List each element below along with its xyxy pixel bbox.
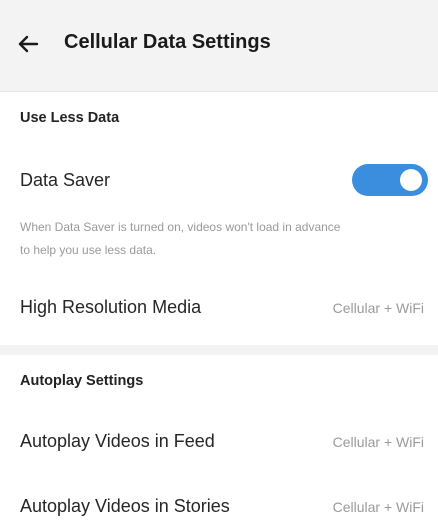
high-resolution-media-value[interactable]: Cellular + WiFi [333, 300, 424, 316]
description-line-2: to help you use less data. [20, 243, 157, 257]
page-title: Cellular Data Settings [64, 31, 271, 53]
autoplay-stories-value[interactable]: Cellular + WiFi [333, 499, 424, 515]
arrow-left-icon [14, 30, 42, 58]
header-bar: Cellular Data Settings [0, 0, 438, 92]
data-saver-description: When Data Saver is turned on, videos won… [20, 216, 420, 262]
back-button[interactable] [14, 30, 42, 58]
autoplay-stories-label[interactable]: Autoplay Videos in Stories [20, 496, 230, 517]
section-divider [0, 345, 438, 355]
data-saver-toggle[interactable] [352, 164, 428, 196]
autoplay-feed-label[interactable]: Autoplay Videos in Feed [20, 431, 215, 452]
high-resolution-media-label[interactable]: High Resolution Media [20, 297, 201, 318]
description-line-1: When Data Saver is turned on, videos won… [20, 220, 341, 234]
autoplay-feed-value[interactable]: Cellular + WiFi [333, 434, 424, 450]
section-title-autoplay-settings: Autoplay Settings [20, 373, 144, 389]
section-title-use-less-data: Use Less Data [20, 110, 120, 126]
data-saver-label: Data Saver [20, 170, 111, 190]
toggle-knob [400, 169, 422, 191]
